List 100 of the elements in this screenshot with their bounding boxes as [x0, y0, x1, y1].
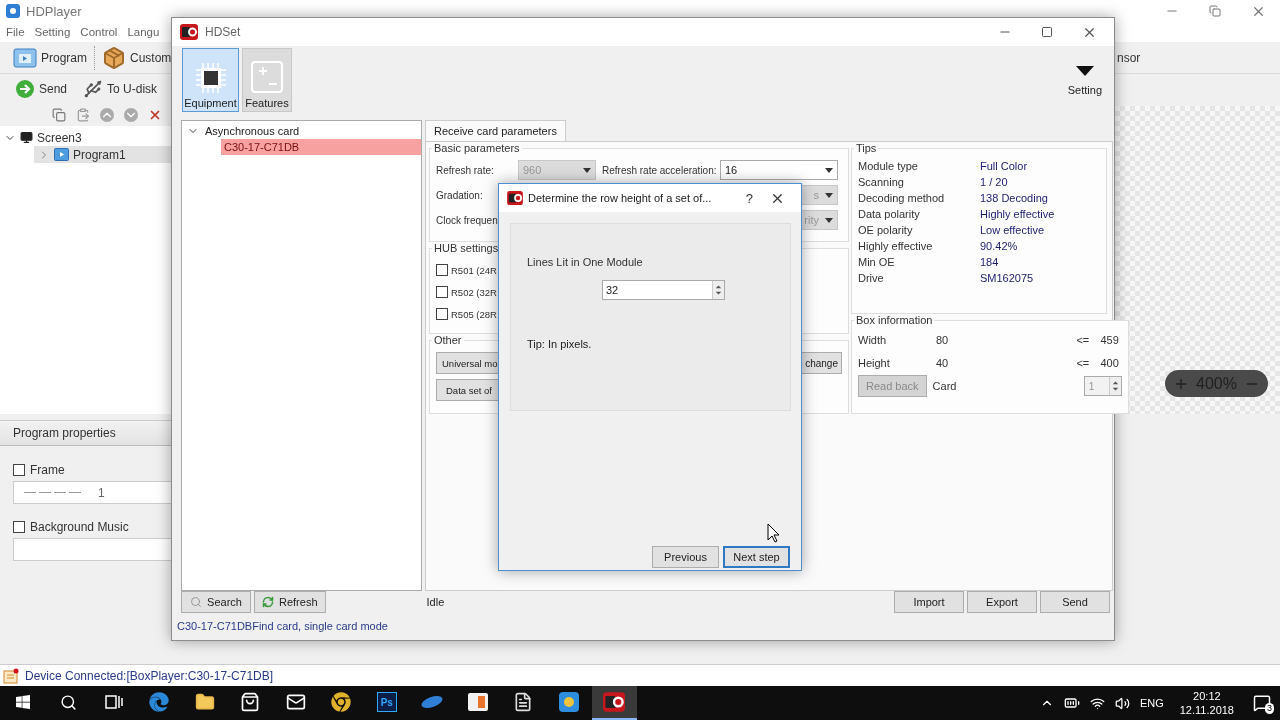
status-text: C30-17-C71DBFind card, single card mode — [177, 620, 388, 632]
field-label: Clock frequen — [436, 214, 499, 226]
info-value: 184 — [980, 256, 1000, 268]
tree-item[interactable]: Program1 — [34, 146, 171, 163]
window-title: HDSet — [205, 25, 241, 39]
info-label: Data polarity — [858, 208, 921, 220]
status-text: Device Connected:[BoxPlayer:C30-17-C71DB] — [25, 668, 274, 683]
help-button[interactable]: ? — [733, 190, 765, 206]
info-value: 40 — [936, 357, 950, 369]
refresh-icon — [262, 596, 274, 608]
toolbar-button[interactable]: nsor — [1117, 50, 1141, 65]
plus-minus-icon — [249, 59, 285, 95]
bag-icon — [240, 692, 261, 712]
limit-value: 400 — [1100, 357, 1120, 369]
monitor-icon — [20, 131, 33, 144]
group-title: Basic parameters — [433, 142, 521, 154]
menu-item[interactable]: Langu — [127, 26, 160, 38]
tab[interactable]: Receive card parameters — [425, 120, 566, 141]
info-label: Decoding method — [858, 192, 946, 204]
toolbar-button[interactable]: To U-disk — [80, 77, 161, 101]
tree-item[interactable]: Asynchronous card — [184, 123, 421, 139]
battery-icon[interactable] — [1063, 695, 1080, 711]
mail-icon — [285, 692, 306, 712]
info-label: Height — [858, 357, 891, 369]
checkbox[interactable]: R502 (32R — [436, 284, 497, 300]
spin-arrows-icon — [712, 281, 724, 299]
status-text: Idle — [426, 596, 445, 608]
volume-icon[interactable] — [1114, 695, 1130, 711]
button[interactable]: Search — [181, 591, 251, 613]
folder-icon — [194, 692, 215, 712]
dropdown[interactable]: 16 — [720, 160, 838, 180]
panel-header: Program properties — [0, 420, 171, 446]
tree-item[interactable]: Screen3 — [0, 129, 171, 146]
wifi-icon[interactable] — [1089, 695, 1105, 711]
info-label: Scanning — [858, 176, 905, 188]
language-indicator[interactable]: ENG — [1139, 697, 1164, 709]
button[interactable]: Send — [1040, 591, 1110, 613]
button[interactable]: Refresh — [254, 591, 326, 613]
windows-icon — [14, 694, 31, 710]
field-label: Card — [932, 380, 957, 392]
browser-icon — [149, 692, 170, 712]
program-icon — [13, 47, 37, 68]
field-label: Gradation: — [436, 189, 484, 201]
frame-style-field[interactable]: 1 — [13, 481, 171, 504]
limit-sign: <= — [1076, 334, 1091, 346]
info-label: Drive — [858, 272, 885, 284]
maximize-icon[interactable] — [1041, 26, 1053, 38]
taskbar-button[interactable]: Ps — [364, 686, 410, 720]
info-value: 138 Decoding — [980, 192, 1049, 204]
app-icon — [558, 692, 579, 712]
mode-tile[interactable]: Features — [242, 48, 292, 112]
menu-item[interactable]: File — [6, 26, 25, 38]
group-title: HUB settings — [433, 242, 500, 254]
info-label: Min OE — [858, 256, 896, 268]
button[interactable]: Export — [967, 591, 1037, 613]
search-icon — [190, 596, 203, 608]
usb-icon — [83, 79, 104, 99]
tree-item[interactable]: C30-17-C71DB — [221, 139, 421, 155]
window-title: HDPlayer — [26, 3, 82, 19]
spin-arrows-icon — [1109, 377, 1122, 395]
toolbar-button[interactable]: Program — [10, 45, 90, 70]
triangle-icon — [1075, 66, 1094, 76]
restore-icon[interactable] — [1209, 5, 1221, 17]
clock[interactable]: 20:12 12.11.2018 — [1173, 689, 1240, 717]
setting-button[interactable]: Setting — [1067, 66, 1102, 96]
field-label: Refresh rate: — [436, 164, 495, 176]
browser-icon — [331, 692, 352, 712]
info-label: OE polarity — [858, 224, 914, 236]
cursor-icon — [767, 523, 780, 543]
hint-text: Tip: In pixels. — [527, 338, 593, 350]
info-value: Low effective — [980, 224, 1045, 236]
taskbar-button[interactable] — [591, 686, 637, 720]
checkbox[interactable]: R505 (28R — [436, 306, 497, 322]
toolbar-button[interactable]: Send — [12, 77, 71, 101]
chip-icon — [193, 61, 228, 95]
program-icon — [54, 148, 69, 161]
dropdown-arrow-icon — [825, 192, 833, 198]
checkbox[interactable]: R501 (24R — [436, 262, 497, 278]
checkbox[interactable]: Background Music — [13, 518, 171, 536]
search-icon — [59, 693, 77, 711]
copy-icon[interactable] — [52, 108, 66, 122]
mode-tile[interactable]: Equipment — [182, 48, 239, 112]
limit-value: 459 — [1100, 334, 1120, 346]
group-title: Tips — [855, 142, 878, 154]
logo-icon — [180, 24, 198, 40]
app-icon — [467, 693, 488, 711]
menu-item[interactable]: Control — [80, 26, 118, 38]
spin-box[interactable]: 32 — [602, 280, 725, 300]
logo-icon — [603, 692, 626, 712]
button[interactable]: Next step — [723, 546, 790, 568]
dropdown-arrow-icon — [825, 167, 833, 173]
app-icon — [420, 694, 445, 710]
checkbox[interactable]: Frame — [13, 461, 171, 479]
music-field[interactable] — [13, 538, 171, 561]
button[interactable]: Import — [894, 591, 964, 613]
app-icon: Ps — [376, 692, 397, 712]
delete-icon[interactable] — [148, 108, 162, 122]
menu-item[interactable]: Setting — [34, 26, 71, 38]
button[interactable]: Previous — [652, 546, 719, 568]
logo-icon — [507, 191, 523, 205]
